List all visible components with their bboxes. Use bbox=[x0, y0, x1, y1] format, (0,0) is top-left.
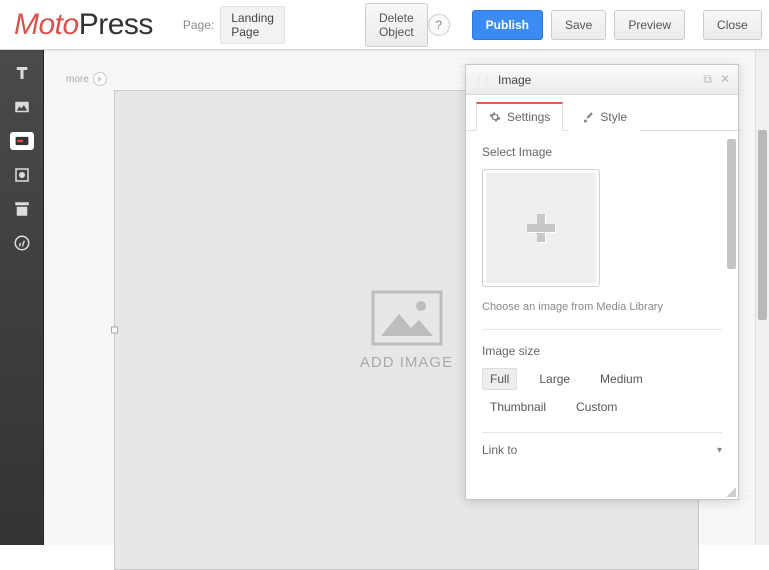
image-tool-icon[interactable] bbox=[7, 92, 37, 122]
close-button[interactable]: Close bbox=[703, 10, 762, 40]
preview-button[interactable]: Preview bbox=[614, 10, 685, 40]
panel-scroll-thumb[interactable] bbox=[727, 139, 736, 269]
size-option-thumbnail[interactable]: Thumbnail bbox=[482, 396, 554, 418]
chevron-down-icon: ▾ bbox=[717, 445, 722, 456]
drag-grip-icon[interactable]: ⋮⋮ bbox=[474, 77, 490, 83]
text-tool-icon[interactable] bbox=[7, 58, 37, 88]
app-logo: MotoPress bbox=[14, 8, 153, 42]
size-option-large[interactable]: Large bbox=[531, 368, 578, 390]
plus-icon bbox=[525, 212, 557, 244]
panel-resize-handle[interactable] bbox=[726, 487, 736, 497]
page-scrollbar[interactable] bbox=[755, 50, 769, 545]
divider bbox=[482, 329, 722, 330]
tab-settings[interactable]: Settings bbox=[476, 102, 563, 131]
resize-handle-left[interactable] bbox=[111, 327, 118, 334]
more-toggle[interactable]: more bbox=[66, 72, 107, 86]
add-image-label: ADD IMAGE bbox=[360, 354, 453, 371]
wordpress-tool-icon[interactable] bbox=[7, 228, 37, 258]
size-option-custom[interactable]: Custom bbox=[568, 396, 625, 418]
image-size-options: Full Large Medium Thumbnail Custom bbox=[482, 368, 722, 418]
size-option-medium[interactable]: Medium bbox=[592, 368, 651, 390]
link-to-row[interactable]: Link to ▾ bbox=[482, 432, 722, 457]
button-tool-icon[interactable] bbox=[7, 126, 37, 156]
archive-tool-icon[interactable] bbox=[7, 194, 37, 224]
image-size-label: Image size bbox=[482, 344, 722, 358]
image-placeholder-icon bbox=[371, 290, 443, 346]
size-option-full[interactable]: Full bbox=[482, 368, 517, 390]
chevron-right-icon bbox=[93, 72, 107, 86]
select-image-label: Select Image bbox=[482, 145, 722, 159]
panel-header[interactable]: ⋮⋮ Image ⧉ ✕ bbox=[466, 65, 738, 95]
link-to-label: Link to bbox=[482, 443, 517, 457]
panel-popout-icon[interactable]: ⧉ bbox=[703, 72, 712, 87]
brush-icon bbox=[582, 111, 594, 123]
image-settings-panel: ⋮⋮ Image ⧉ ✕ Settings Style Select Image… bbox=[465, 64, 739, 500]
add-image-placeholder: ADD IMAGE bbox=[360, 290, 453, 371]
left-toolbar bbox=[0, 50, 44, 545]
video-tool-icon[interactable] bbox=[7, 160, 37, 190]
page-scroll-thumb[interactable] bbox=[758, 130, 767, 320]
select-image-helper: Choose an image from Media Library bbox=[482, 301, 722, 313]
select-image-button[interactable] bbox=[482, 169, 600, 287]
gear-icon bbox=[489, 111, 501, 123]
page-label: Page: bbox=[183, 18, 214, 32]
delete-object-button[interactable]: Delete Object bbox=[365, 3, 428, 47]
save-button[interactable]: Save bbox=[551, 10, 606, 40]
publish-button[interactable]: Publish bbox=[472, 10, 543, 40]
top-toolbar: MotoPress Page: Landing Page Delete Obje… bbox=[0, 0, 769, 50]
help-button[interactable]: ? bbox=[428, 14, 450, 36]
tab-style[interactable]: Style bbox=[569, 102, 640, 131]
panel-tabs: Settings Style bbox=[466, 95, 738, 131]
panel-title: Image bbox=[498, 73, 531, 87]
panel-close-icon[interactable]: ✕ bbox=[720, 72, 730, 87]
page-name-field[interactable]: Landing Page bbox=[220, 6, 285, 44]
panel-body: Select Image Choose an image from Media … bbox=[466, 131, 738, 499]
